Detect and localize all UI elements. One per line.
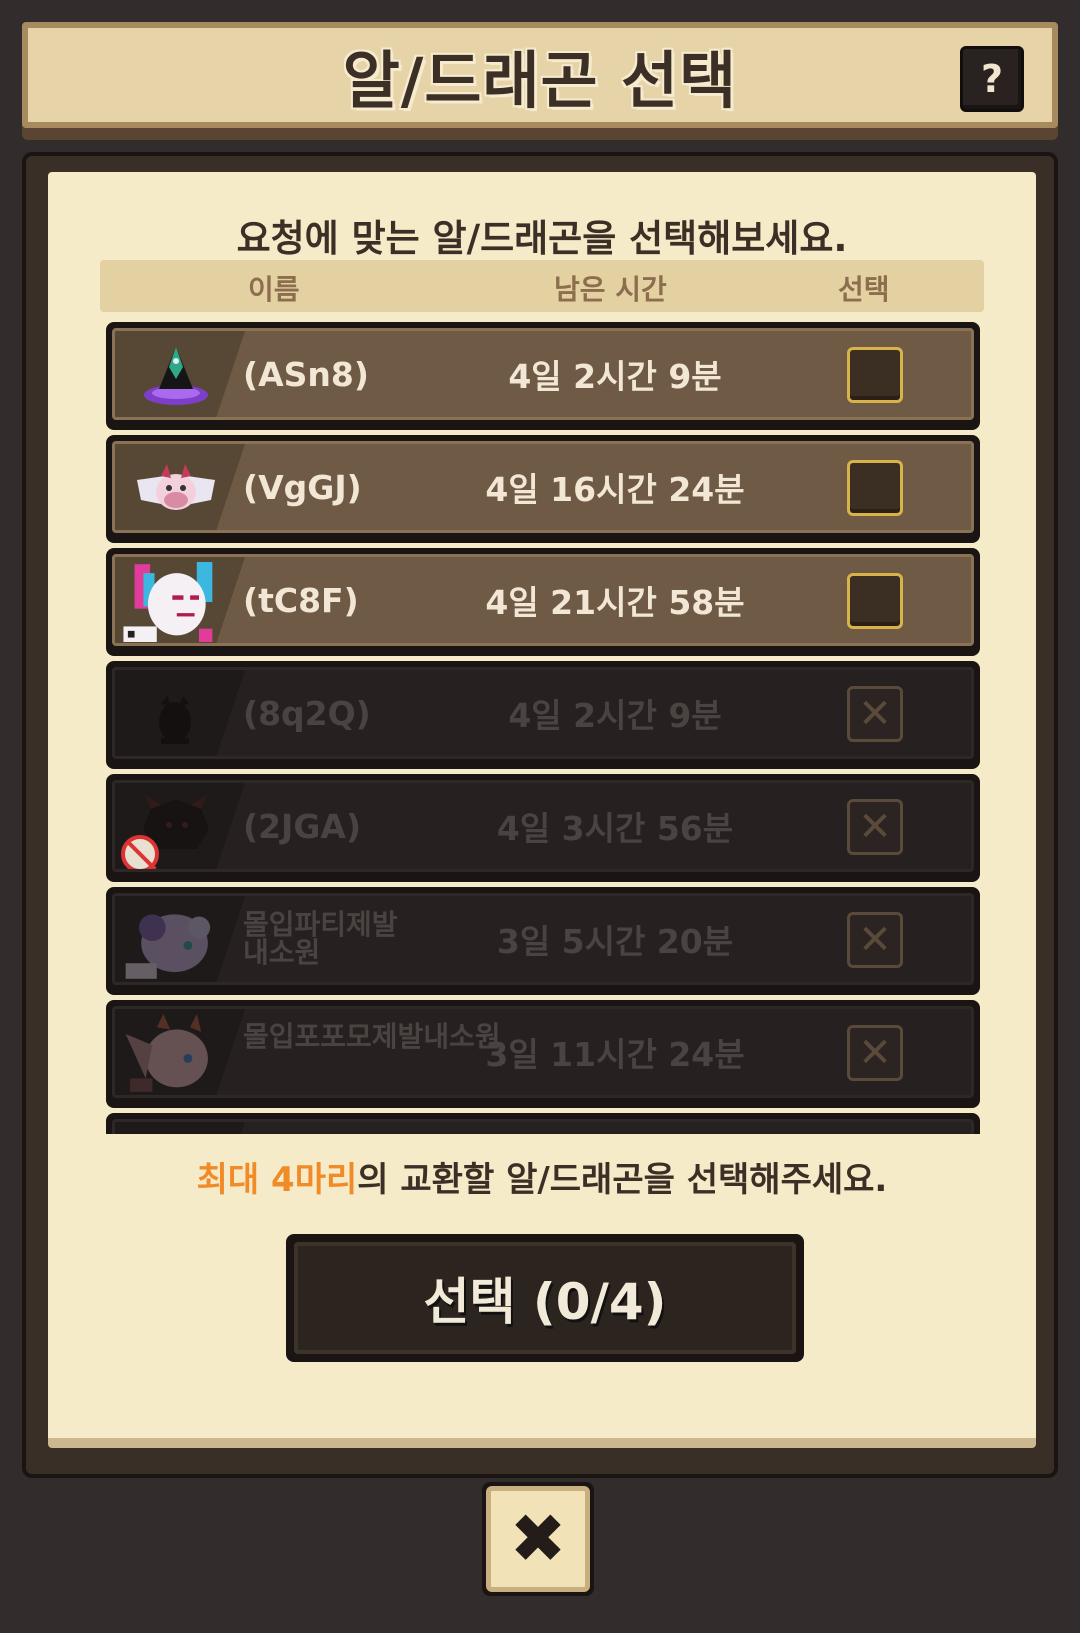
list-item[interactable]: (ASn8) 4일 2시간 9분 (106, 322, 980, 430)
title-banner: 알/드래곤 선택 ? (22, 22, 1058, 140)
item-remaining-time: 4일 2시간 9분 (508, 696, 722, 735)
limit-note-text: 의 교환할 알/드래곤을 선택해주세요. (357, 1160, 888, 1200)
title-banner-inner: 알/드래곤 선택 ? (22, 22, 1058, 128)
item-remaining-time: 4일 2시간 9분 (508, 357, 722, 396)
list-item-body (112, 1119, 974, 1134)
icon-slot (115, 444, 245, 530)
item-name: (VgGJ) (243, 467, 362, 507)
list-item-body: (VgGJ) 4일 16시간 24분 (112, 441, 974, 533)
selection-limit-note: 최대 4마리의 교환할 알/드래곤을 선택해주세요. (48, 1152, 1036, 1201)
select-checkbox[interactable] (847, 347, 903, 403)
select-checkbox-disabled: ✕ (847, 1025, 903, 1081)
list-item[interactable]: (tC8F) 4일 21시간 58분 (106, 548, 980, 656)
instruction-text: 요청에 맞는 알/드래곤을 선택해보세요. (236, 217, 848, 260)
dragon-list[interactable]: (ASn8) 4일 2시간 9분 (VgGJ) 4일 16시간 24분 (tC8… (100, 322, 984, 1134)
select-checkbox-disabled: ✕ (847, 912, 903, 968)
item-name: (ASn8) (243, 354, 369, 394)
list-item: (2JGA) 4일 3시간 56분 ✕ (106, 774, 980, 882)
shadow-egg-icon (159, 696, 191, 744)
close-icon: ✖ (486, 1486, 590, 1592)
item-name: (tC8F) (243, 580, 359, 620)
help-button[interactable]: ? (960, 46, 1024, 112)
icon-slot (115, 331, 245, 417)
selection-panel-body: 요청에 맞는 알/드래곤을 선택해보세요. 이름 남은 시간 선택 (ASn8)… (48, 172, 1036, 1448)
column-name-label: 이름 (248, 273, 300, 306)
item-remaining-time: 4일 21시간 58분 (485, 583, 745, 622)
list-item-body: (tC8F) 4일 21시간 58분 (112, 554, 974, 646)
page-title: 알/드래곤 선택 (342, 44, 738, 117)
limit-highlight: 최대 4마리 (196, 1160, 358, 1200)
list-item: (8q2Q) 4일 2시간 9분 ✕ (106, 661, 980, 769)
list-item-body: 몰입파티제발 내소원 3일 5시간 20분 ✕ (112, 893, 974, 985)
no-entry-icon (121, 835, 159, 869)
icon-slot (115, 783, 245, 869)
list-item[interactable]: (VgGJ) 4일 16시간 24분 (106, 435, 980, 543)
confirm-select-label: 선택 (0/4) (294, 1242, 796, 1354)
list-item: 몰입파티제발 내소원 3일 5시간 20분 ✕ (106, 887, 980, 995)
item-remaining-time: 3일 5시간 20분 (496, 922, 734, 961)
list-item (106, 1113, 980, 1134)
dark-egg-icon (144, 347, 208, 405)
select-checkbox[interactable] (847, 460, 903, 516)
pink-dragon-icon (125, 1014, 208, 1092)
list-item-body: (2JGA) 4일 3시간 56분 ✕ (112, 780, 974, 872)
confirm-select-button[interactable]: 선택 (0/4) (286, 1234, 804, 1362)
select-checkbox[interactable] (847, 573, 903, 629)
column-select-label: 선택 (838, 273, 890, 306)
select-checkbox-disabled: ✕ (847, 686, 903, 742)
winged-dragon-icon (137, 464, 215, 510)
list-item: 몰입포포모제발내소원 3일 11시간 24분 ✕ (106, 1000, 980, 1108)
select-checkbox-disabled: ✕ (847, 799, 903, 855)
icon-slot (115, 670, 245, 756)
close-button[interactable]: ✖ (482, 1482, 594, 1596)
list-item-body: (8q2Q) 4일 2시간 9분 ✕ (112, 667, 974, 759)
item-remaining-time: 3일 11시간 24분 (485, 1035, 745, 1074)
column-time-label: 남은 시간 (554, 273, 667, 306)
item-remaining-time: 4일 3시간 56분 (496, 809, 734, 848)
icon-slot (115, 1009, 245, 1095)
item-name: (8q2Q) (243, 693, 371, 733)
item-remaining-time: 4일 16시간 24분 (485, 470, 745, 509)
icon-slot (115, 896, 245, 982)
column-header: 이름 남은 시간 선택 (100, 260, 984, 312)
selection-panel: 요청에 맞는 알/드래곤을 선택해보세요. 이름 남은 시간 선택 (ASn8)… (22, 152, 1058, 1478)
icon-slot (115, 557, 245, 643)
list-item-body: 몰입포포모제발내소원 3일 11시간 24분 ✕ (112, 1006, 974, 1098)
jester-dragon-icon (123, 562, 213, 642)
fluffy-dragon-icon (125, 914, 211, 979)
item-name: 몰입파티제발 내소원 (243, 908, 398, 969)
list-item-body: (ASn8) 4일 2시간 9분 (112, 328, 974, 420)
item-name: (2JGA) (243, 806, 362, 846)
purple-dragon-icon (131, 1130, 221, 1134)
icon-slot (115, 1122, 245, 1134)
